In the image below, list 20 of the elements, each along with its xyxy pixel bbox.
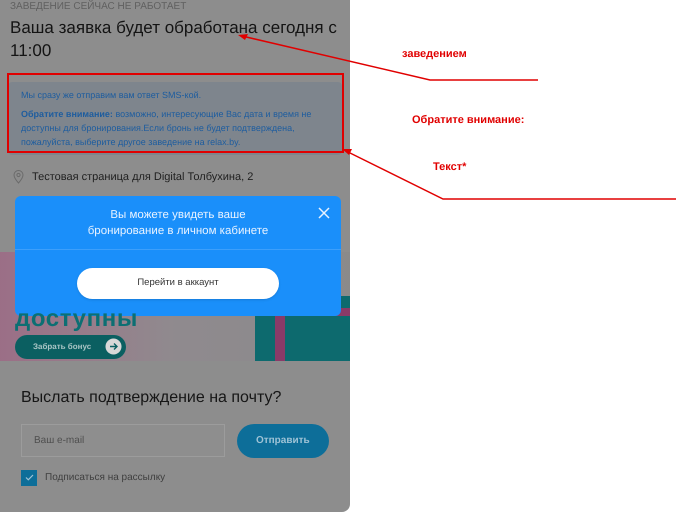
go-to-account-button[interactable]: Перейти в аккаунт [77, 268, 279, 298]
check-icon [24, 474, 34, 481]
notice-text: Мы сразу же отправим вам ответ SMS-кой. [21, 89, 202, 102]
modal-message: Вы можете увидеть ваше бронирование в личном кабинете [86, 208, 270, 238]
page-title: Ваша заявка будет обработана сегодня с 11:00 [10, 17, 338, 62]
arrow-right-icon [105, 338, 122, 355]
send-button[interactable]: Отправить [236, 424, 329, 458]
location-pin-icon [13, 170, 24, 184]
email-form-title: Выслать подтверждение на почту? [21, 388, 282, 408]
close-icon [317, 206, 331, 220]
email-input[interactable]: Ваш e-mail [21, 424, 225, 456]
close-button[interactable] [317, 206, 331, 220]
notice-text: Обратите внимание: возможно, интересующие Вас дата и время не доступны для бронирования.Если бронь не будет подтверждена, пожалуйста, выберите другое заведение на relax.by. [21, 108, 312, 149]
address-text: Тестовая страница для Digital Толбухина, 2 [32, 170, 254, 185]
subscribe-checkbox[interactable] [21, 470, 37, 486]
annotation-text: Текст* [433, 160, 466, 175]
bonus-button[interactable]: Забрать бонус [15, 334, 126, 358]
subscribe-label: Подписаться на рассылку [45, 471, 166, 485]
annotation-text: заведением [402, 47, 467, 62]
annotation-text: Обратите внимание: [412, 113, 524, 128]
